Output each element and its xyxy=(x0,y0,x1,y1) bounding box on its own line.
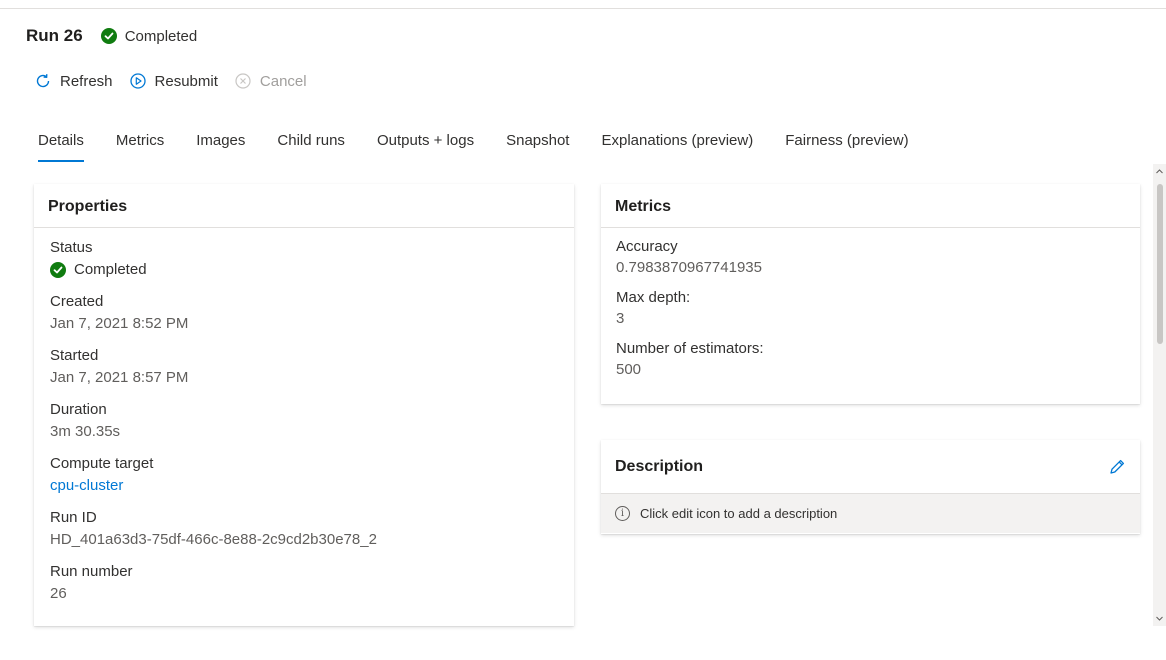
description-card: Description i Click edit icon to add a d… xyxy=(601,440,1140,534)
tab-snapshot[interactable]: Snapshot xyxy=(506,128,569,162)
metric-label: Number of estimators: xyxy=(616,340,764,357)
tab-outputs-logs[interactable]: Outputs + logs xyxy=(377,128,474,162)
description-info-bar: i Click edit icon to add a description xyxy=(601,494,1140,533)
properties-title: Properties xyxy=(34,184,574,228)
property-run-id: Run ID HD_401a63d3-75df-466c-8e88-2c9cd2… xyxy=(34,508,574,552)
property-label: Compute target xyxy=(50,455,154,472)
cancel-button[interactable]: Cancel xyxy=(234,72,307,90)
check-circle-icon xyxy=(100,28,117,44)
description-header: Description xyxy=(601,440,1140,494)
check-circle-icon xyxy=(50,262,66,278)
scroll-down-arrow-icon[interactable] xyxy=(1156,615,1163,622)
metric-estimators: Number of estimators: 500 xyxy=(601,339,1140,381)
play-circle-icon xyxy=(129,73,146,89)
property-value: Jan 7, 2021 8:52 PM xyxy=(50,315,189,332)
property-started: Started Jan 7, 2021 8:57 PM xyxy=(34,346,574,390)
metric-label: Accuracy xyxy=(616,238,678,255)
property-run-number: Run number 26 xyxy=(34,562,574,606)
refresh-button[interactable]: Refresh xyxy=(34,72,113,90)
resubmit-button[interactable]: Resubmit xyxy=(129,72,218,90)
metric-value: 500 xyxy=(616,361,642,378)
property-compute-target: Compute target cpu-cluster xyxy=(34,454,574,498)
metric-value: 3 xyxy=(616,310,625,327)
cancel-label: Cancel xyxy=(259,72,307,90)
property-label: Run number xyxy=(50,563,133,580)
tab-images[interactable]: Images xyxy=(196,128,245,162)
property-value: 26 xyxy=(50,585,67,602)
metric-value: 0.7983870967741935 xyxy=(616,259,762,276)
status-badge: Completed xyxy=(100,27,198,45)
scrollbar-thumb[interactable] xyxy=(1157,184,1163,344)
description-title: Description xyxy=(615,457,704,475)
metric-accuracy: Accuracy 0.7983870967741935 xyxy=(601,237,1140,279)
page-title: Run 26 xyxy=(26,26,83,45)
property-value: 3m 30.35s xyxy=(50,423,121,440)
property-label: Created xyxy=(50,293,104,310)
property-label: Status xyxy=(50,239,93,256)
property-value: Jan 7, 2021 8:57 PM xyxy=(50,369,189,386)
run-header: Run 26 Completed xyxy=(26,24,197,48)
property-status: Status Completed xyxy=(34,238,574,282)
tab-metrics[interactable]: Metrics xyxy=(116,128,164,162)
tab-details[interactable]: Details xyxy=(38,128,84,162)
metrics-card: Metrics Accuracy 0.7983870967741935 Max … xyxy=(601,184,1140,404)
status-text: Completed xyxy=(124,27,198,45)
tab-child-runs[interactable]: Child runs xyxy=(277,128,345,162)
metric-label: Max depth: xyxy=(616,289,691,306)
property-label: Run ID xyxy=(50,509,97,526)
tab-explanations[interactable]: Explanations (preview) xyxy=(601,128,753,162)
property-label: Duration xyxy=(50,401,107,418)
property-value: HD_401a63d3-75df-466c-8e88-2c9cd2b30e78_… xyxy=(50,531,377,548)
property-duration: Duration 3m 30.35s xyxy=(34,400,574,444)
property-label: Started xyxy=(50,347,99,364)
description-info-text: Click edit icon to add a description xyxy=(640,506,838,521)
run-details-page: Run 26 Completed Refresh Resubmit Cancel… xyxy=(0,0,1166,660)
compute-target-link[interactable]: cpu-cluster xyxy=(50,474,574,498)
vertical-scrollbar[interactable] xyxy=(1153,164,1166,626)
tab-fairness[interactable]: Fairness (preview) xyxy=(785,128,908,162)
properties-card: Properties Status Completed Created Jan … xyxy=(34,184,574,626)
property-created: Created Jan 7, 2021 8:52 PM xyxy=(34,292,574,336)
refresh-label: Refresh xyxy=(60,72,113,90)
toolbar: Refresh Resubmit Cancel xyxy=(34,69,323,93)
property-value: Completed xyxy=(50,258,574,282)
refresh-icon xyxy=(36,74,50,88)
info-icon: i xyxy=(615,506,630,521)
cancel-circle-icon xyxy=(235,73,251,89)
metric-max-depth: Max depth: 3 xyxy=(601,288,1140,330)
top-divider xyxy=(0,8,1166,9)
status-value-text: Completed xyxy=(74,261,147,278)
edit-pencil-icon[interactable] xyxy=(1108,458,1126,476)
metrics-title: Metrics xyxy=(601,184,1140,228)
scroll-up-arrow-icon[interactable] xyxy=(1156,168,1163,175)
tab-bar: Details Metrics Images Child runs Output… xyxy=(38,128,941,162)
resubmit-label: Resubmit xyxy=(154,72,218,90)
